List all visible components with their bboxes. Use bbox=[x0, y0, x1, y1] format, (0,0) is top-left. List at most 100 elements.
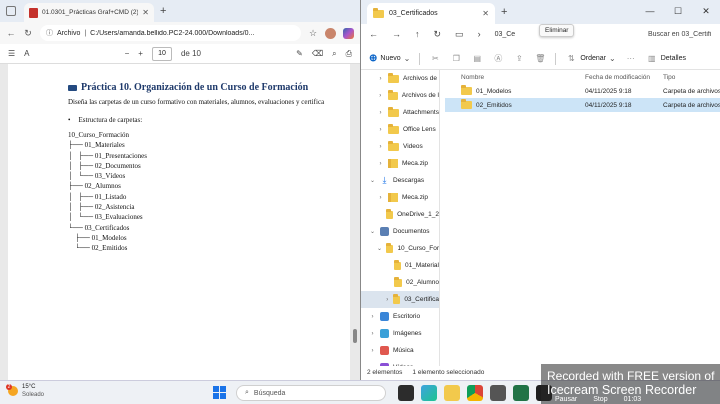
chevron-icon[interactable]: ⌄ bbox=[369, 177, 376, 184]
chrome-icon[interactable] bbox=[467, 385, 483, 401]
back-icon[interactable]: ← bbox=[369, 29, 378, 39]
copy-icon[interactable]: ❐ bbox=[450, 54, 462, 63]
chevron-icon[interactable]: › bbox=[377, 110, 384, 116]
sidebar-item[interactable]: › Office Lens bbox=[361, 121, 439, 138]
file-row[interactable]: 01_Modelos 04/11/2025 9:18 Carpeta de arch… bbox=[445, 84, 720, 98]
terminal-icon[interactable] bbox=[490, 385, 506, 401]
save-icon[interactable]: ⎙ bbox=[346, 49, 352, 59]
explorer-tab[interactable]: 03_Certificados ✕ bbox=[367, 3, 495, 24]
task-view-icon[interactable] bbox=[398, 385, 414, 401]
sidebar-item[interactable]: › Archivos de l bbox=[361, 87, 439, 104]
folder-icon bbox=[388, 72, 399, 83]
maximize-icon[interactable]: ☐ bbox=[664, 0, 692, 22]
start-button[interactable] bbox=[213, 386, 226, 399]
chevron-icon[interactable]: › bbox=[377, 93, 384, 99]
scrollbar-thumb[interactable] bbox=[353, 329, 357, 343]
column-type[interactable]: Tipo bbox=[663, 74, 720, 81]
excel-icon[interactable] bbox=[513, 385, 529, 401]
search-input[interactable]: Buscar en 03_Certifi bbox=[648, 31, 720, 38]
address-bar[interactable]: ⓘ Archivo | C:/Users/amanda.bellido.PC2-… bbox=[40, 25, 301, 41]
details-button[interactable]: ▥ Detalles bbox=[646, 54, 686, 63]
workspaces-icon[interactable] bbox=[6, 6, 16, 16]
sidebar-item[interactable]: ⌄ 10_Curso_For bbox=[361, 240, 439, 257]
pause-button[interactable]: Pausar bbox=[555, 393, 577, 404]
read-aloud-icon[interactable]: A bbox=[24, 49, 29, 58]
erase-icon[interactable]: ⌫ bbox=[312, 49, 323, 58]
breadcrumb[interactable]: 03_Ce bbox=[495, 31, 516, 38]
column-name[interactable]: Nombre bbox=[445, 74, 585, 81]
close-tab-icon[interactable]: ✕ bbox=[482, 9, 489, 18]
paste-icon[interactable]: ▤ bbox=[471, 54, 483, 63]
new-tab-icon[interactable]: + bbox=[160, 5, 166, 17]
favorite-star-icon[interactable]: ☆ bbox=[308, 28, 318, 39]
sidebar-item[interactable]: › Imágenes bbox=[361, 325, 439, 342]
chevron-icon[interactable]: ⌄ bbox=[377, 245, 382, 252]
sidebar-item[interactable]: › Meca.zip bbox=[361, 155, 439, 172]
chevron-icon[interactable]: › bbox=[369, 331, 376, 337]
sidebar-item[interactable]: › Escritorio bbox=[361, 308, 439, 325]
page-number-input[interactable]: 10 bbox=[151, 46, 172, 61]
sidebar-item[interactable]: ⌄ Documentos bbox=[361, 223, 439, 240]
weather-widget[interactable]: 2 15°C Soleado bbox=[6, 383, 44, 399]
cut-icon[interactable]: ✂ bbox=[429, 54, 441, 63]
vertical-scrollbar[interactable] bbox=[352, 64, 358, 380]
pane-divider[interactable] bbox=[439, 70, 440, 366]
chevron-icon[interactable]: › bbox=[377, 127, 384, 133]
back-icon[interactable]: ← bbox=[6, 28, 16, 38]
zoom-out-icon[interactable]: − bbox=[125, 49, 130, 58]
sidebar-item[interactable]: › Música bbox=[361, 342, 439, 359]
sidebar-item-label: Música bbox=[393, 347, 414, 354]
chevron-icon[interactable]: › bbox=[377, 144, 384, 150]
refresh-icon[interactable]: ↻ bbox=[434, 29, 442, 40]
chevron-icon[interactable]: › bbox=[377, 195, 384, 201]
contents-icon[interactable]: ☰ bbox=[8, 49, 15, 58]
pdf-document-area[interactable]: Práctica 10. Organización de un Curso de… bbox=[0, 64, 360, 380]
forward-icon[interactable]: → bbox=[392, 29, 401, 39]
browser-tab-pdf[interactable]: 01.0301_Prácticas Graf+CMD (2).pdf ✕ bbox=[24, 3, 154, 22]
edge-icon[interactable] bbox=[421, 385, 437, 401]
stop-button[interactable]: Stop bbox=[593, 393, 607, 404]
sidebar-item[interactable]: 02_Alumno bbox=[361, 274, 439, 291]
up-icon[interactable]: ↑ bbox=[415, 29, 420, 39]
delete-tooltip: Eliminar bbox=[539, 24, 575, 37]
sidebar-item[interactable]: OneDrive_1_2 bbox=[361, 206, 439, 223]
info-icon[interactable]: ⓘ bbox=[46, 28, 53, 38]
file-row[interactable]: 02_Emitidos 04/11/2025 9:18 Carpeta de arc… bbox=[445, 98, 720, 112]
file-explorer-icon[interactable] bbox=[444, 385, 460, 401]
sidebar-item[interactable]: › Vídeos bbox=[361, 359, 439, 366]
new-tab-icon[interactable]: + bbox=[501, 6, 507, 18]
chevron-icon[interactable]: › bbox=[377, 76, 384, 82]
sidebar-item[interactable]: › Meca.zip bbox=[361, 189, 439, 206]
sidebar-item[interactable]: › 03_Certifica bbox=[361, 291, 439, 308]
close-icon[interactable]: ✕ bbox=[692, 0, 720, 22]
pdf-page: Práctica 10. Organización de un Curso de… bbox=[8, 64, 350, 380]
sidebar-item[interactable]: › Videos bbox=[361, 138, 439, 155]
new-button[interactable]: ⊕ Nuevo ⌄ bbox=[369, 53, 410, 64]
chevron-icon[interactable]: › bbox=[377, 161, 384, 167]
zoom-in-icon[interactable]: + bbox=[138, 49, 143, 58]
copilot-icon[interactable] bbox=[343, 27, 354, 39]
chevron-icon[interactable]: ⌄ bbox=[369, 228, 376, 235]
share-icon[interactable]: ⇪ bbox=[513, 54, 525, 63]
sidebar-item[interactable]: › Archivos de bbox=[361, 70, 439, 87]
sidebar-item[interactable]: › Attachments bbox=[361, 104, 439, 121]
sort-button[interactable]: ⇅ Ordenar ⌄ bbox=[565, 54, 616, 63]
minimize-icon[interactable]: — bbox=[636, 0, 664, 22]
column-date[interactable]: Fecha de modificación bbox=[585, 74, 663, 81]
sidebar-item[interactable]: 01_Material bbox=[361, 257, 439, 274]
refresh-icon[interactable]: ↻ bbox=[23, 28, 33, 39]
draw-icon[interactable]: ✎ bbox=[296, 49, 303, 58]
more-options-icon[interactable]: ··· bbox=[625, 54, 637, 63]
search-icon[interactable]: ⌕ bbox=[332, 49, 336, 59]
chevron-icon[interactable]: › bbox=[369, 314, 376, 320]
rename-icon[interactable]: Ⓐ bbox=[492, 53, 504, 64]
chevron-icon[interactable]: › bbox=[369, 348, 376, 354]
taskbar-search[interactable]: ⌕ Búsqueda bbox=[236, 385, 386, 401]
chevron-icon[interactable]: › bbox=[385, 297, 389, 303]
profile-avatar[interactable] bbox=[325, 27, 336, 39]
sidebar-item[interactable]: ⌄ ⤓ Descargas bbox=[361, 172, 439, 189]
close-tab-icon[interactable]: ✕ bbox=[142, 8, 149, 17]
computer-icon[interactable]: ▭ bbox=[455, 29, 464, 40]
delete-icon[interactable]: 🗑 bbox=[534, 54, 546, 63]
chevron-icon[interactable]: › bbox=[369, 365, 376, 367]
